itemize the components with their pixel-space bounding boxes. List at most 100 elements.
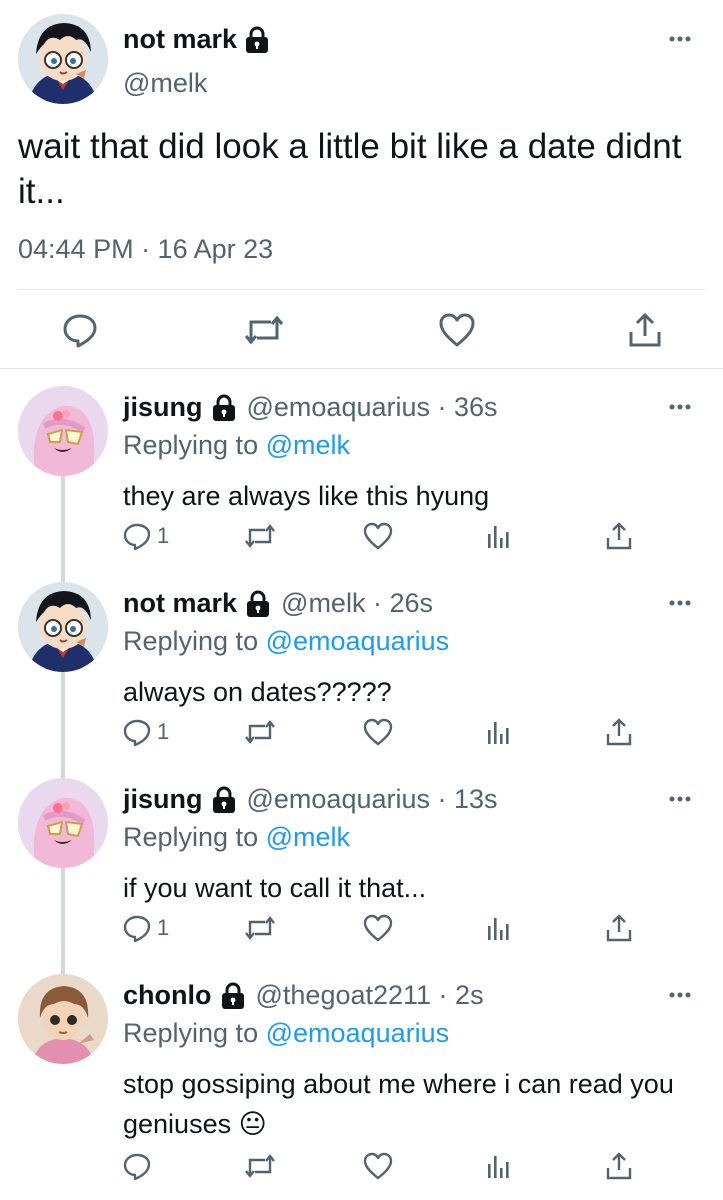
thread-line: [61, 770, 65, 778]
like-icon: [363, 914, 393, 942]
like-icon[interactable]: [438, 312, 476, 348]
lock-icon: [245, 590, 271, 618]
author-name[interactable]: not mark: [123, 24, 237, 55]
reply-handle-time[interactable]: @melk · 26s: [281, 588, 433, 619]
replying-prefix: Replying to: [123, 1018, 259, 1048]
like-button[interactable]: [363, 718, 393, 746]
views-button[interactable]: [486, 1152, 512, 1180]
reply-author-name[interactable]: jisung: [123, 392, 203, 423]
reply-actions: [0, 1152, 723, 1186]
more-icon[interactable]: [669, 30, 691, 48]
reply-tweet[interactable]: jisung @emoaquarius · 36s Replying to @m…: [0, 378, 723, 574]
reply-icon: [123, 522, 151, 550]
like-button[interactable]: [363, 1152, 393, 1180]
reply-button[interactable]: [123, 1152, 157, 1180]
share-icon: [606, 914, 632, 942]
reply-actions: 1: [0, 914, 723, 948]
reply-author-name[interactable]: chonlo: [123, 980, 212, 1011]
more-icon[interactable]: [669, 398, 691, 416]
views-icon: [486, 718, 512, 746]
reply-tweet[interactable]: not mark @melk · 26s Replying to @emoaqu…: [0, 574, 723, 770]
lock-icon: [211, 394, 237, 422]
replying-prefix: Replying to: [123, 626, 259, 656]
reply-handle-time[interactable]: @thegoat2211 · 2s: [256, 980, 484, 1011]
retweet-button[interactable]: [244, 914, 276, 942]
replying-to: Replying to @emoaquarius: [123, 626, 449, 657]
reply-button[interactable]: 1: [123, 718, 169, 746]
retweet-button[interactable]: [244, 718, 276, 746]
avatar[interactable]: [18, 14, 108, 104]
replying-mention[interactable]: @melk: [266, 822, 350, 852]
reply-actions: 1: [0, 718, 723, 752]
replying-to: Replying to @melk: [123, 430, 350, 461]
lock-icon: [220, 982, 246, 1010]
reply-text: stop gossiping about me where i can read…: [123, 1069, 674, 1139]
reply-tweet[interactable]: chonlo @thegoat2211 · 2s Replying to @em…: [0, 966, 723, 1200]
reply-author-name[interactable]: not mark: [123, 588, 237, 619]
like-button[interactable]: [363, 914, 393, 942]
like-button[interactable]: [363, 522, 393, 550]
share-button[interactable]: [606, 914, 632, 942]
reply-text: if you want to call it that...: [123, 873, 427, 903]
reply-header: chonlo @thegoat2211 · 2s: [123, 980, 484, 1011]
tweet-timestamp[interactable]: 04:44 PM · 16 Apr 23: [18, 234, 273, 265]
like-icon: [363, 522, 393, 550]
like-icon: [363, 1152, 393, 1180]
reply-count: 1: [157, 915, 170, 940]
avatar[interactable]: [18, 386, 108, 476]
share-button[interactable]: [606, 1152, 632, 1180]
more-icon[interactable]: [669, 790, 691, 808]
reply-count: 1: [157, 523, 170, 548]
tweet-actions: [0, 312, 723, 352]
author-handle[interactable]: @melk: [123, 68, 207, 99]
avatar[interactable]: [18, 974, 108, 1064]
avatar[interactable]: [18, 582, 108, 672]
views-icon: [486, 1152, 512, 1180]
replying-prefix: Replying to: [123, 430, 259, 460]
retweet-icon: [244, 522, 276, 550]
lock-icon: [211, 786, 237, 814]
retweet-button[interactable]: [244, 522, 276, 550]
reply-button[interactable]: 1: [123, 522, 169, 550]
thread-line: [61, 574, 65, 582]
replying-to: Replying to @emoaquarius: [123, 1018, 449, 1049]
reply-icon: [123, 718, 151, 746]
share-icon[interactable]: [628, 312, 662, 348]
views-icon: [486, 914, 512, 942]
reply-button[interactable]: 1: [123, 914, 169, 942]
replying-mention[interactable]: @emoaquarius: [266, 626, 450, 656]
reply-tweet[interactable]: jisung @emoaquarius · 13s Replying to @m…: [0, 770, 723, 966]
replying-mention[interactable]: @emoaquarius: [266, 1018, 450, 1048]
share-button[interactable]: [606, 522, 632, 550]
reply-icon: [123, 914, 151, 942]
replying-mention[interactable]: @melk: [266, 430, 350, 460]
reply-count: 1: [157, 719, 170, 744]
thread-line: [61, 966, 65, 974]
reply-author-name[interactable]: jisung: [123, 784, 203, 815]
divider: [0, 368, 723, 369]
reply-handle-time[interactable]: @emoaquarius · 36s: [247, 392, 498, 423]
views-button[interactable]: [486, 718, 512, 746]
reply-text-block: stop gossiping about me where i can read…: [123, 1064, 703, 1144]
like-icon: [363, 718, 393, 746]
share-icon: [606, 522, 632, 550]
share-icon: [606, 718, 632, 746]
reply-text: they are always like this hyung: [123, 481, 490, 511]
retweet-icon[interactable]: [243, 312, 285, 348]
views-button[interactable]: [486, 914, 512, 942]
avatar[interactable]: [18, 778, 108, 868]
author-name-row[interactable]: not mark: [123, 24, 270, 55]
more-icon[interactable]: [669, 986, 691, 1004]
reply-header: not mark @melk · 26s: [123, 588, 433, 619]
retweet-icon: [244, 1152, 276, 1180]
reply-header: jisung @emoaquarius · 13s: [123, 784, 498, 815]
reply-icon[interactable]: [62, 312, 98, 348]
divider: [18, 289, 705, 290]
reply-header: jisung @emoaquarius · 36s: [123, 392, 498, 423]
reply-handle-time[interactable]: @emoaquarius · 13s: [247, 784, 498, 815]
retweet-button[interactable]: [244, 1152, 276, 1180]
retweet-icon: [244, 718, 276, 746]
share-button[interactable]: [606, 718, 632, 746]
views-button[interactable]: [486, 522, 512, 550]
more-icon[interactable]: [669, 594, 691, 612]
